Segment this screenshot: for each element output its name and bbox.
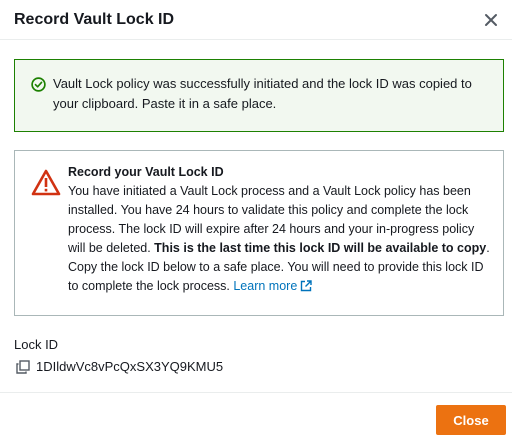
lock-id-value: 1DIldwVc8vPcQxSX3YQ9KMU5	[36, 359, 224, 374]
learn-more-link[interactable]: Learn more	[233, 279, 297, 293]
external-link-icon[interactable]	[300, 280, 312, 292]
close-button[interactable]: Close	[436, 405, 506, 435]
success-alert: Vault Lock policy was successfully initi…	[14, 59, 504, 132]
warning-triangle-icon	[31, 169, 61, 196]
lock-id-row: 1DIldwVc8vPcQxSX3YQ9KMU5	[16, 359, 223, 374]
modal-header: Record Vault Lock ID	[0, 0, 512, 40]
success-message: Vault Lock policy was successfully initi…	[53, 76, 472, 111]
copy-icon[interactable]	[16, 359, 30, 374]
close-icon[interactable]	[484, 13, 498, 27]
warning-alert: Record your Vault Lock ID You have initi…	[14, 150, 504, 316]
footer-divider	[0, 392, 512, 393]
modal-title: Record Vault Lock ID	[14, 10, 175, 28]
warning-title: Record your Vault Lock ID	[68, 165, 224, 179]
warning-body-bold: This is the last time this lock ID will …	[154, 241, 487, 255]
record-vault-lock-id-modal: Record Vault Lock ID Vault Lock policy w…	[0, 0, 512, 443]
lock-id-label: Lock ID	[14, 337, 59, 352]
check-circle-icon	[31, 77, 46, 92]
